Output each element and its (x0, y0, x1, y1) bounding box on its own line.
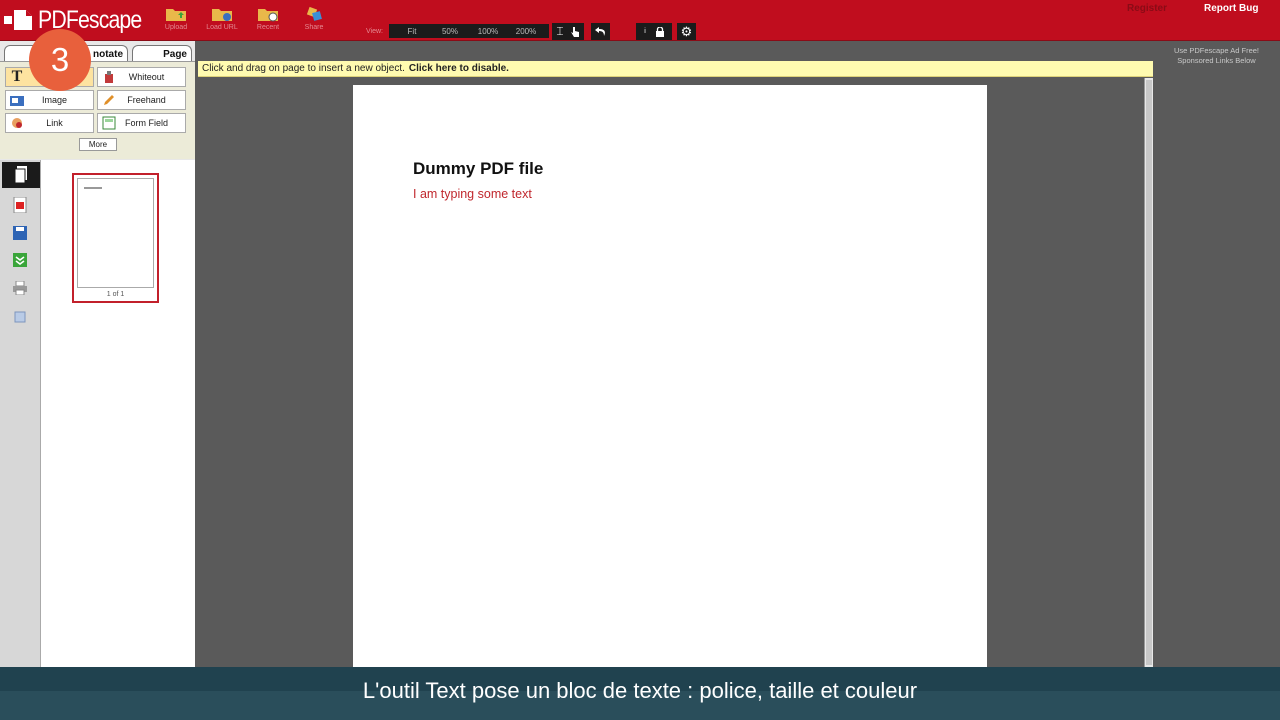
save-button[interactable] (4, 220, 36, 246)
page-properties-button[interactable] (4, 304, 36, 330)
whiteout-icon (98, 68, 120, 86)
zoom-options: Fit 50% 100% 200% (389, 24, 549, 38)
image-label: Image (41, 95, 67, 105)
tool-grid: T Whiteout Image Freehand Link Form Fiel… (0, 61, 195, 159)
select-tools: ⌶ (552, 23, 584, 40)
zoom-200-button[interactable]: 200% (507, 27, 545, 36)
upload-label: Upload (164, 24, 188, 31)
floppy-disk-icon (13, 226, 27, 240)
thumbnail-page-preview (77, 178, 154, 288)
hand-pointer-icon[interactable] (570, 26, 580, 38)
share-button[interactable]: Share (296, 6, 332, 38)
text-tool-icon: T (11, 68, 23, 85)
pdf-export-button[interactable] (4, 192, 36, 218)
lock-tools: i (636, 23, 672, 40)
page-thumbnail[interactable]: 1 of 1 (72, 173, 159, 303)
report-bug-link[interactable]: Report Bug (1204, 3, 1258, 14)
scrollbar-thumb[interactable] (1146, 80, 1152, 665)
zoom-group: View: Fit 50% 100% 200% (366, 24, 549, 38)
document-properties-icon (14, 311, 26, 323)
zoom-fit-button[interactable]: Fit (393, 27, 431, 36)
folder-url-icon (212, 9, 232, 21)
insert-notice-bar: Click and drag on page to insert a new o… (198, 61, 1154, 77)
image-tool-button[interactable]: Image (5, 90, 94, 110)
download-icon (13, 253, 27, 267)
zoom-50-button[interactable]: 50% (431, 27, 469, 36)
ad-free-link[interactable]: Use PDFescape Ad Free! (1153, 46, 1280, 56)
vertical-scrollbar[interactable] (1144, 78, 1153, 667)
top-bar: PDFescape Upload Load URL Recent Share V… (0, 0, 1280, 41)
zoom-label: View: (366, 27, 383, 35)
pages-view-button[interactable] (2, 162, 40, 188)
lock-icon[interactable] (655, 26, 664, 37)
undo-button[interactable] (591, 23, 610, 40)
whiteout-label: Whiteout (128, 72, 165, 82)
pdf-file-icon (13, 197, 27, 213)
pdf-page[interactable]: Dummy PDF file I am typing some text (353, 85, 987, 685)
upload-button[interactable]: Upload (158, 6, 194, 38)
share-label: Share (304, 24, 324, 31)
sponsored-links-label: Sponsored Links Below (1177, 56, 1256, 65)
disable-notice-link[interactable]: Click here to disable. (409, 63, 509, 74)
load-url-label: Load URL (206, 24, 238, 31)
folder-recent-icon (258, 9, 278, 22)
tab-page-label: Page (163, 49, 187, 60)
share-icon (306, 6, 322, 21)
load-url-button[interactable]: Load URL (204, 6, 240, 38)
ad-column: Use PDFescape Ad Free! Sponsored Links B… (1153, 41, 1280, 667)
side-icon-column (0, 160, 41, 667)
settings-button[interactable]: ⚙ (677, 23, 696, 40)
gear-icon: ⚙ (680, 23, 693, 39)
text-cursor-icon[interactable]: ⌶ (556, 24, 563, 39)
pencil-icon (98, 91, 120, 109)
pages-icon (14, 166, 27, 184)
link-icon (6, 114, 28, 132)
text-size-icon[interactable]: i (644, 28, 646, 35)
folder-upload-icon (166, 9, 186, 21)
notice-text: Click and drag on page to insert a new o… (202, 63, 405, 74)
thumbnail-panel: 1 of 1 (41, 160, 195, 667)
whiteout-tool-button[interactable]: Whiteout (97, 67, 186, 87)
register-link[interactable]: Register (1127, 3, 1167, 14)
caption-text: L'outil Text pose un bloc de texte : pol… (362, 678, 918, 703)
tab-annotate-label: notate (93, 49, 123, 60)
logo-mark-icon (4, 8, 34, 32)
app-logo[interactable]: PDFescape (4, 6, 160, 34)
more-tools-button[interactable]: More (79, 138, 117, 151)
form-field-tool-button[interactable]: Form Field (97, 113, 186, 133)
image-icon (6, 91, 28, 109)
link-tool-button[interactable]: Link (5, 113, 94, 133)
freehand-label: Freehand (127, 95, 166, 105)
recent-button[interactable]: Recent (250, 6, 286, 38)
document-title: Dummy PDF file (413, 159, 544, 178)
printer-icon (13, 281, 27, 295)
thumbnail-page-number: 1 of 1 (106, 291, 125, 298)
print-button[interactable] (4, 275, 36, 301)
ad-text: Use PDFescape Ad Free! Sponsored Links B… (1153, 46, 1280, 66)
step-badge: 3 (29, 29, 91, 91)
freehand-tool-button[interactable]: Freehand (97, 90, 186, 110)
form-field-label: Form Field (124, 118, 168, 128)
recent-label: Recent (256, 24, 280, 31)
undo-icon (594, 27, 605, 36)
form-field-icon (98, 114, 120, 132)
typed-text-object[interactable]: I am typing some text (413, 187, 532, 201)
download-button[interactable] (4, 247, 36, 273)
zoom-100-button[interactable]: 100% (469, 27, 507, 36)
link-label: Link (46, 118, 63, 128)
video-caption: L'outil Text pose un bloc de texte : pol… (0, 667, 1280, 720)
